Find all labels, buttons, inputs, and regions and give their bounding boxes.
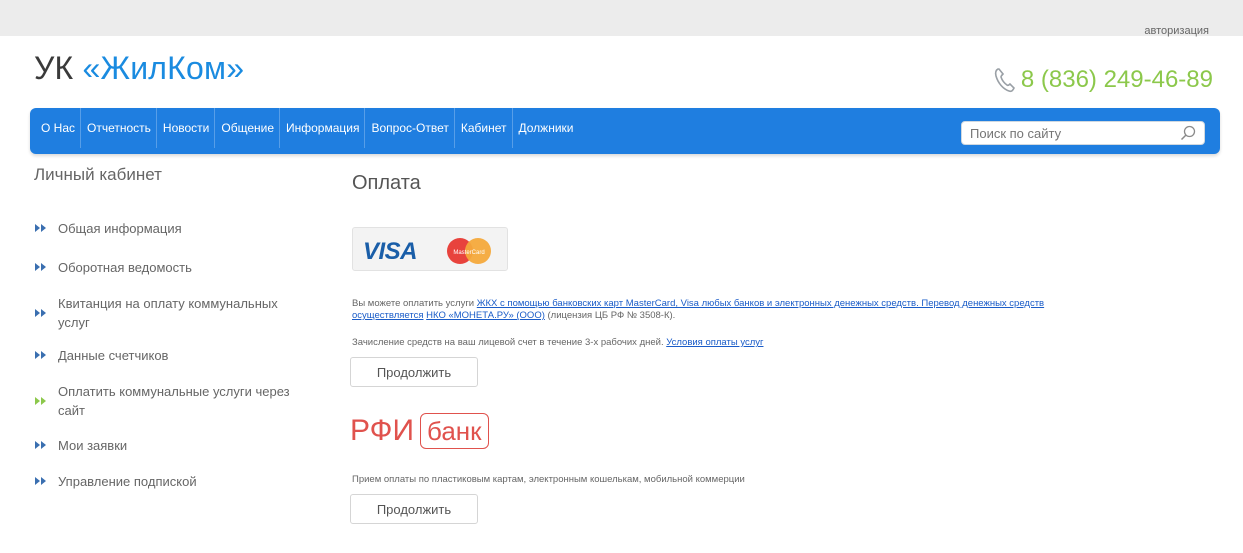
nav-item-communication[interactable]: Общение: [216, 108, 280, 148]
pay-text-prefix: Вы можете оплатить услуги: [352, 298, 477, 309]
sidebar-item-general-info[interactable]: Общая информация: [34, 218, 324, 238]
moneta-link[interactable]: НКО «МОНЕТА.РУ» (ООО): [426, 310, 545, 321]
continue-rfi-payment-button[interactable]: Продолжить: [350, 494, 478, 524]
sidebar-item-label: Общая информация: [58, 220, 182, 236]
phone-number[interactable]: 8 (836) 249-46-89: [1021, 66, 1213, 94]
sidebar-item-label: Квитанция на оплату коммунальных услуг: [58, 296, 278, 330]
payment-cards-logo: VISA MasterCard: [352, 227, 508, 271]
sidebar-item-pay-online[interactable]: Оплатить коммунальные услуги через сайт: [34, 379, 324, 423]
auth-link[interactable]: авторизация: [1144, 25, 1209, 37]
payment-terms-link[interactable]: Условия оплаты услуг: [666, 337, 763, 348]
top-bar: авторизация: [0, 0, 1243, 37]
sidebar-item-label: Управление подпиской: [58, 473, 197, 489]
pay-timing-label: Зачисление средств на ваш лицевой счет в…: [352, 337, 667, 348]
nav-item-information[interactable]: Информация: [281, 108, 366, 148]
nav-item-news[interactable]: Новости: [158, 108, 216, 148]
double-arrow-icon: [35, 309, 46, 317]
logo-prefix: УК: [34, 50, 83, 86]
sidebar-item-utility-receipt[interactable]: Квитанция на оплату коммунальных услуг: [34, 291, 324, 335]
nav-item-debtors[interactable]: Должники: [514, 108, 579, 148]
rfi-bank-label: банк: [420, 413, 489, 449]
search-box: [961, 121, 1205, 145]
nav-item-cabinet[interactable]: Кабинет: [456, 108, 513, 148]
double-arrow-icon: [35, 477, 46, 485]
sidebar-item-turnover-statement[interactable]: Оборотная ведомость: [34, 257, 324, 277]
rfi-bank-logo: РФИ банк: [350, 413, 489, 449]
visa-logo: VISA: [363, 238, 418, 265]
double-arrow-icon: [35, 351, 46, 359]
rfi-name: РФИ: [350, 414, 415, 447]
payment-description: Вы можете оплатить услуги ЖКХ с помощью …: [352, 298, 1092, 322]
sidebar-item-label: Мои заявки: [58, 437, 128, 453]
sidebar-title: Личный кабинет: [34, 165, 162, 184]
phone-icon: [994, 68, 1015, 93]
mastercard-logo: MasterCard: [447, 238, 491, 264]
double-arrow-icon: [35, 224, 46, 232]
sidebar-item-meter-data[interactable]: Данные счетчиков: [34, 345, 324, 365]
double-arrow-icon: [35, 397, 46, 405]
nav-item-faq[interactable]: Вопрос-Ответ: [366, 108, 455, 148]
phone-contact: 8 (836) 249-46-89: [993, 66, 1213, 94]
sidebar-menu: Общая информация Оборотная ведомость Кви…: [34, 218, 324, 491]
payment-timing-text: Зачисление средств на ваш лицевой счет в…: [352, 337, 763, 348]
pay-text-suffix: (лицензия ЦБ РФ № 3508-К).: [544, 310, 676, 321]
double-arrow-icon: [35, 263, 46, 271]
sidebar-item-subscription[interactable]: Управление подпиской: [34, 471, 324, 491]
nav-item-reports[interactable]: Отчетность: [82, 108, 157, 148]
search-icon[interactable]: [1180, 125, 1196, 141]
page-title: Оплата: [352, 172, 421, 194]
logo-brand: «ЖилКом»: [82, 50, 245, 86]
mastercard-text: MasterCard: [453, 250, 484, 256]
double-arrow-icon: [35, 441, 46, 449]
search-input[interactable]: [962, 122, 1178, 144]
sidebar-item-my-requests[interactable]: Мои заявки: [34, 435, 324, 455]
site-logo[interactable]: УК «ЖилКом»: [34, 50, 244, 87]
sidebar-item-label: Оплатить коммунальные услуги через сайт: [58, 384, 290, 418]
sidebar-item-label: Данные счетчиков: [58, 347, 169, 363]
nav-item-about[interactable]: О Нас: [36, 108, 82, 148]
sidebar-item-label: Оборотная ведомость: [58, 259, 192, 275]
rfi-description: Прием оплаты по пластиковым картам, элек…: [352, 474, 745, 485]
main-navigation: О Нас Отчетность Новости Общение Информа…: [30, 108, 1220, 154]
continue-card-payment-button[interactable]: Продолжить: [350, 357, 478, 387]
